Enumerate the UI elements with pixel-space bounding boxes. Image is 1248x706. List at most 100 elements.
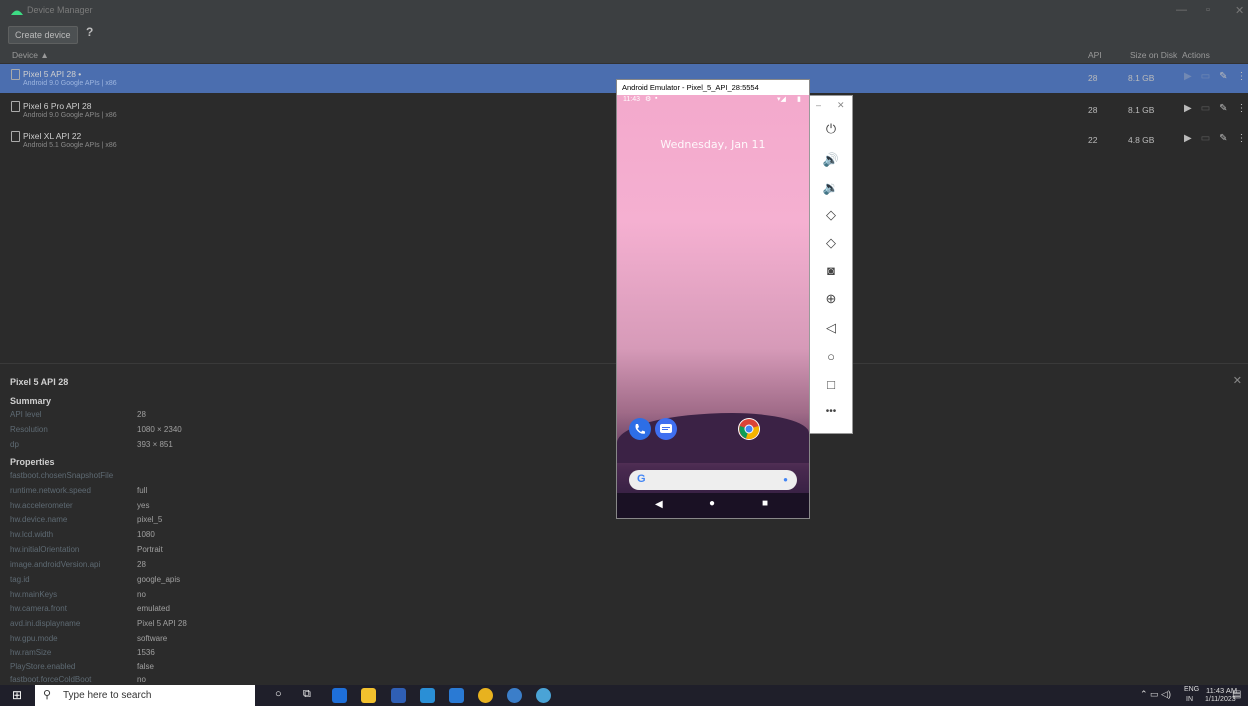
device-name: Pixel 5 API 28 •: [23, 69, 82, 79]
create-device-button[interactable]: Create device: [8, 26, 78, 44]
phone-icon: [11, 131, 20, 142]
folder-icon[interactable]: ▭: [1201, 133, 1210, 144]
android-studio-taskbar-icon[interactable]: [536, 688, 551, 703]
property-row: hw.lcd.width 1080: [10, 530, 155, 539]
camera-icon[interactable]: ◙: [810, 263, 852, 278]
edit-icon[interactable]: ✎: [1219, 133, 1227, 144]
overview-icon[interactable]: □: [810, 377, 852, 392]
device-api: 28: [1088, 73, 1098, 83]
taskbar-search[interactable]: ⚲ Type here to search: [35, 685, 255, 706]
chrome-app-icon[interactable]: [738, 418, 760, 440]
edge-icon[interactable]: [332, 688, 347, 703]
property-row: hw.gpu.mode software: [10, 634, 168, 643]
emulator-title: Android Emulator - Pixel_5_API_28:5554: [617, 80, 809, 95]
property-row: hw.initialOrientation Portrait: [10, 545, 163, 554]
column-size[interactable]: Size on Disk: [1130, 50, 1177, 60]
property-row: runtime.network.speed full: [10, 486, 148, 495]
android-studio-icon: [11, 10, 23, 15]
emulator-window: Android Emulator - Pixel_5_API_28:5554 1…: [616, 79, 810, 519]
language-code[interactable]: ENG: [1184, 686, 1199, 693]
column-device[interactable]: Device ▲: [12, 50, 49, 60]
chrome-icon[interactable]: [478, 688, 493, 703]
volume-up-icon[interactable]: 🔊: [810, 152, 852, 168]
column-actions: Actions: [1182, 50, 1210, 60]
home-icon[interactable]: ●: [709, 498, 715, 509]
toolbar: Create device ?: [0, 22, 1248, 47]
more-icon[interactable]: •••: [810, 406, 852, 417]
phone-icon: [11, 69, 20, 80]
device-api: 28: [1088, 105, 1098, 115]
volume-down-icon[interactable]: 🔉: [810, 180, 852, 196]
device-api: 22: [1088, 135, 1098, 145]
folder-icon[interactable]: ▭: [1201, 71, 1210, 82]
summary-row: Resolution 1080 × 2340: [10, 425, 182, 434]
help-button[interactable]: ?: [86, 25, 93, 39]
region-code: IN: [1186, 696, 1193, 703]
store-icon[interactable]: [391, 688, 406, 703]
status-bar: 11:43 ⚙ ▪ ▾◢ ▮: [617, 95, 809, 107]
zoom-icon[interactable]: ⊕: [810, 291, 852, 307]
task-view-icon[interactable]: ⧉: [303, 688, 311, 701]
device-name: Pixel 6 Pro API 28: [23, 101, 92, 111]
emulator-screen[interactable]: 11:43 ⚙ ▪ ▾◢ ▮ Wednesday, Jan 11 G ● ◀ ●…: [617, 95, 809, 518]
power-icon[interactable]: ⏻: [810, 121, 852, 137]
assistant-icon[interactable]: ●: [783, 475, 788, 484]
more-icon[interactable]: ⋮: [1237, 103, 1247, 114]
edit-icon[interactable]: ✎: [1219, 71, 1227, 82]
home-icon[interactable]: ○: [810, 349, 852, 364]
phone-app-icon[interactable]: [629, 418, 651, 440]
launch-icon[interactable]: ▶: [1184, 103, 1192, 114]
property-row: image.androidVersion.api 28: [10, 560, 146, 569]
launch-icon[interactable]: ▶: [1184, 133, 1192, 144]
device-description: Android 9.0 Google APIs | x86: [23, 112, 117, 119]
mail-icon[interactable]: [420, 688, 435, 703]
file-explorer-icon[interactable]: [361, 688, 376, 703]
column-api[interactable]: API: [1088, 50, 1102, 60]
minimize-icon[interactable]: —: [1176, 4, 1187, 16]
back-icon[interactable]: ◁: [810, 320, 852, 336]
summary-heading: Summary: [10, 396, 52, 406]
device-description: Android 5.1 Google APIs | x86: [23, 142, 117, 149]
property-row: hw.accelerometer yes: [10, 501, 150, 510]
more-icon[interactable]: ⋮: [1237, 133, 1247, 144]
device-name: Pixel XL API 22: [23, 131, 82, 141]
back-icon[interactable]: ◀: [655, 499, 663, 510]
nav-bar: ◀ ● ■: [617, 493, 809, 518]
more-icon[interactable]: ⋮: [1237, 71, 1247, 82]
phone-icon: [11, 101, 20, 112]
rotate-right-icon[interactable]: ◇: [810, 235, 852, 251]
cortana-icon[interactable]: ○: [275, 688, 282, 700]
rotate-left-icon[interactable]: ◇: [810, 207, 852, 223]
property-row: hw.ramSize 1536: [10, 648, 155, 657]
close-details-icon[interactable]: ✕: [1233, 374, 1242, 387]
wifi-icon: ▾◢: [777, 96, 786, 103]
property-row: avd.ini.displayname Pixel 5 API 28: [10, 619, 187, 628]
maximize-icon[interactable]: ▫: [1206, 4, 1210, 16]
device-description: Android 9.0 Google APIs | x86: [23, 80, 117, 87]
edit-icon[interactable]: ✎: [1219, 103, 1227, 114]
device-size: 8.1 GB: [1128, 73, 1155, 83]
property-row: fastboot.chosenSnapshotFile: [10, 471, 114, 480]
details-title: Pixel 5 API 28: [10, 377, 69, 387]
google-search-bar[interactable]: G ●: [629, 470, 797, 490]
folder-icon[interactable]: ▭: [1201, 103, 1210, 114]
notifications-icon[interactable]: ▤: [1232, 689, 1241, 700]
overview-icon[interactable]: ■: [762, 498, 768, 509]
search-icon: ⚲: [43, 689, 52, 701]
property-row: hw.device.name pixel_5: [10, 515, 163, 524]
app-icon[interactable]: [507, 688, 522, 703]
tray-icons[interactable]: ⌃ ▭ ◁): [1140, 689, 1171, 700]
launch-icon[interactable]: ▶: [1184, 71, 1192, 82]
close-icon[interactable]: ✕: [1235, 4, 1244, 17]
vscode-icon[interactable]: [449, 688, 464, 703]
window-title: Device Manager: [27, 5, 93, 15]
sd-card-icon: ▪: [655, 95, 658, 102]
property-row: PlayStore.enabled false: [10, 662, 154, 671]
summary-row: API level 28: [10, 410, 146, 419]
minimize-icon[interactable]: –: [816, 100, 821, 110]
windows-start-icon[interactable]: ⊞: [12, 688, 22, 702]
messages-app-icon[interactable]: [655, 418, 677, 440]
close-icon[interactable]: ✕: [837, 100, 845, 111]
emulator-toolbar: – ✕ ⏻ 🔊 🔉 ◇ ◇ ◙ ⊕ ◁ ○ □ •••: [809, 95, 853, 434]
device-size: 8.1 GB: [1128, 105, 1155, 115]
